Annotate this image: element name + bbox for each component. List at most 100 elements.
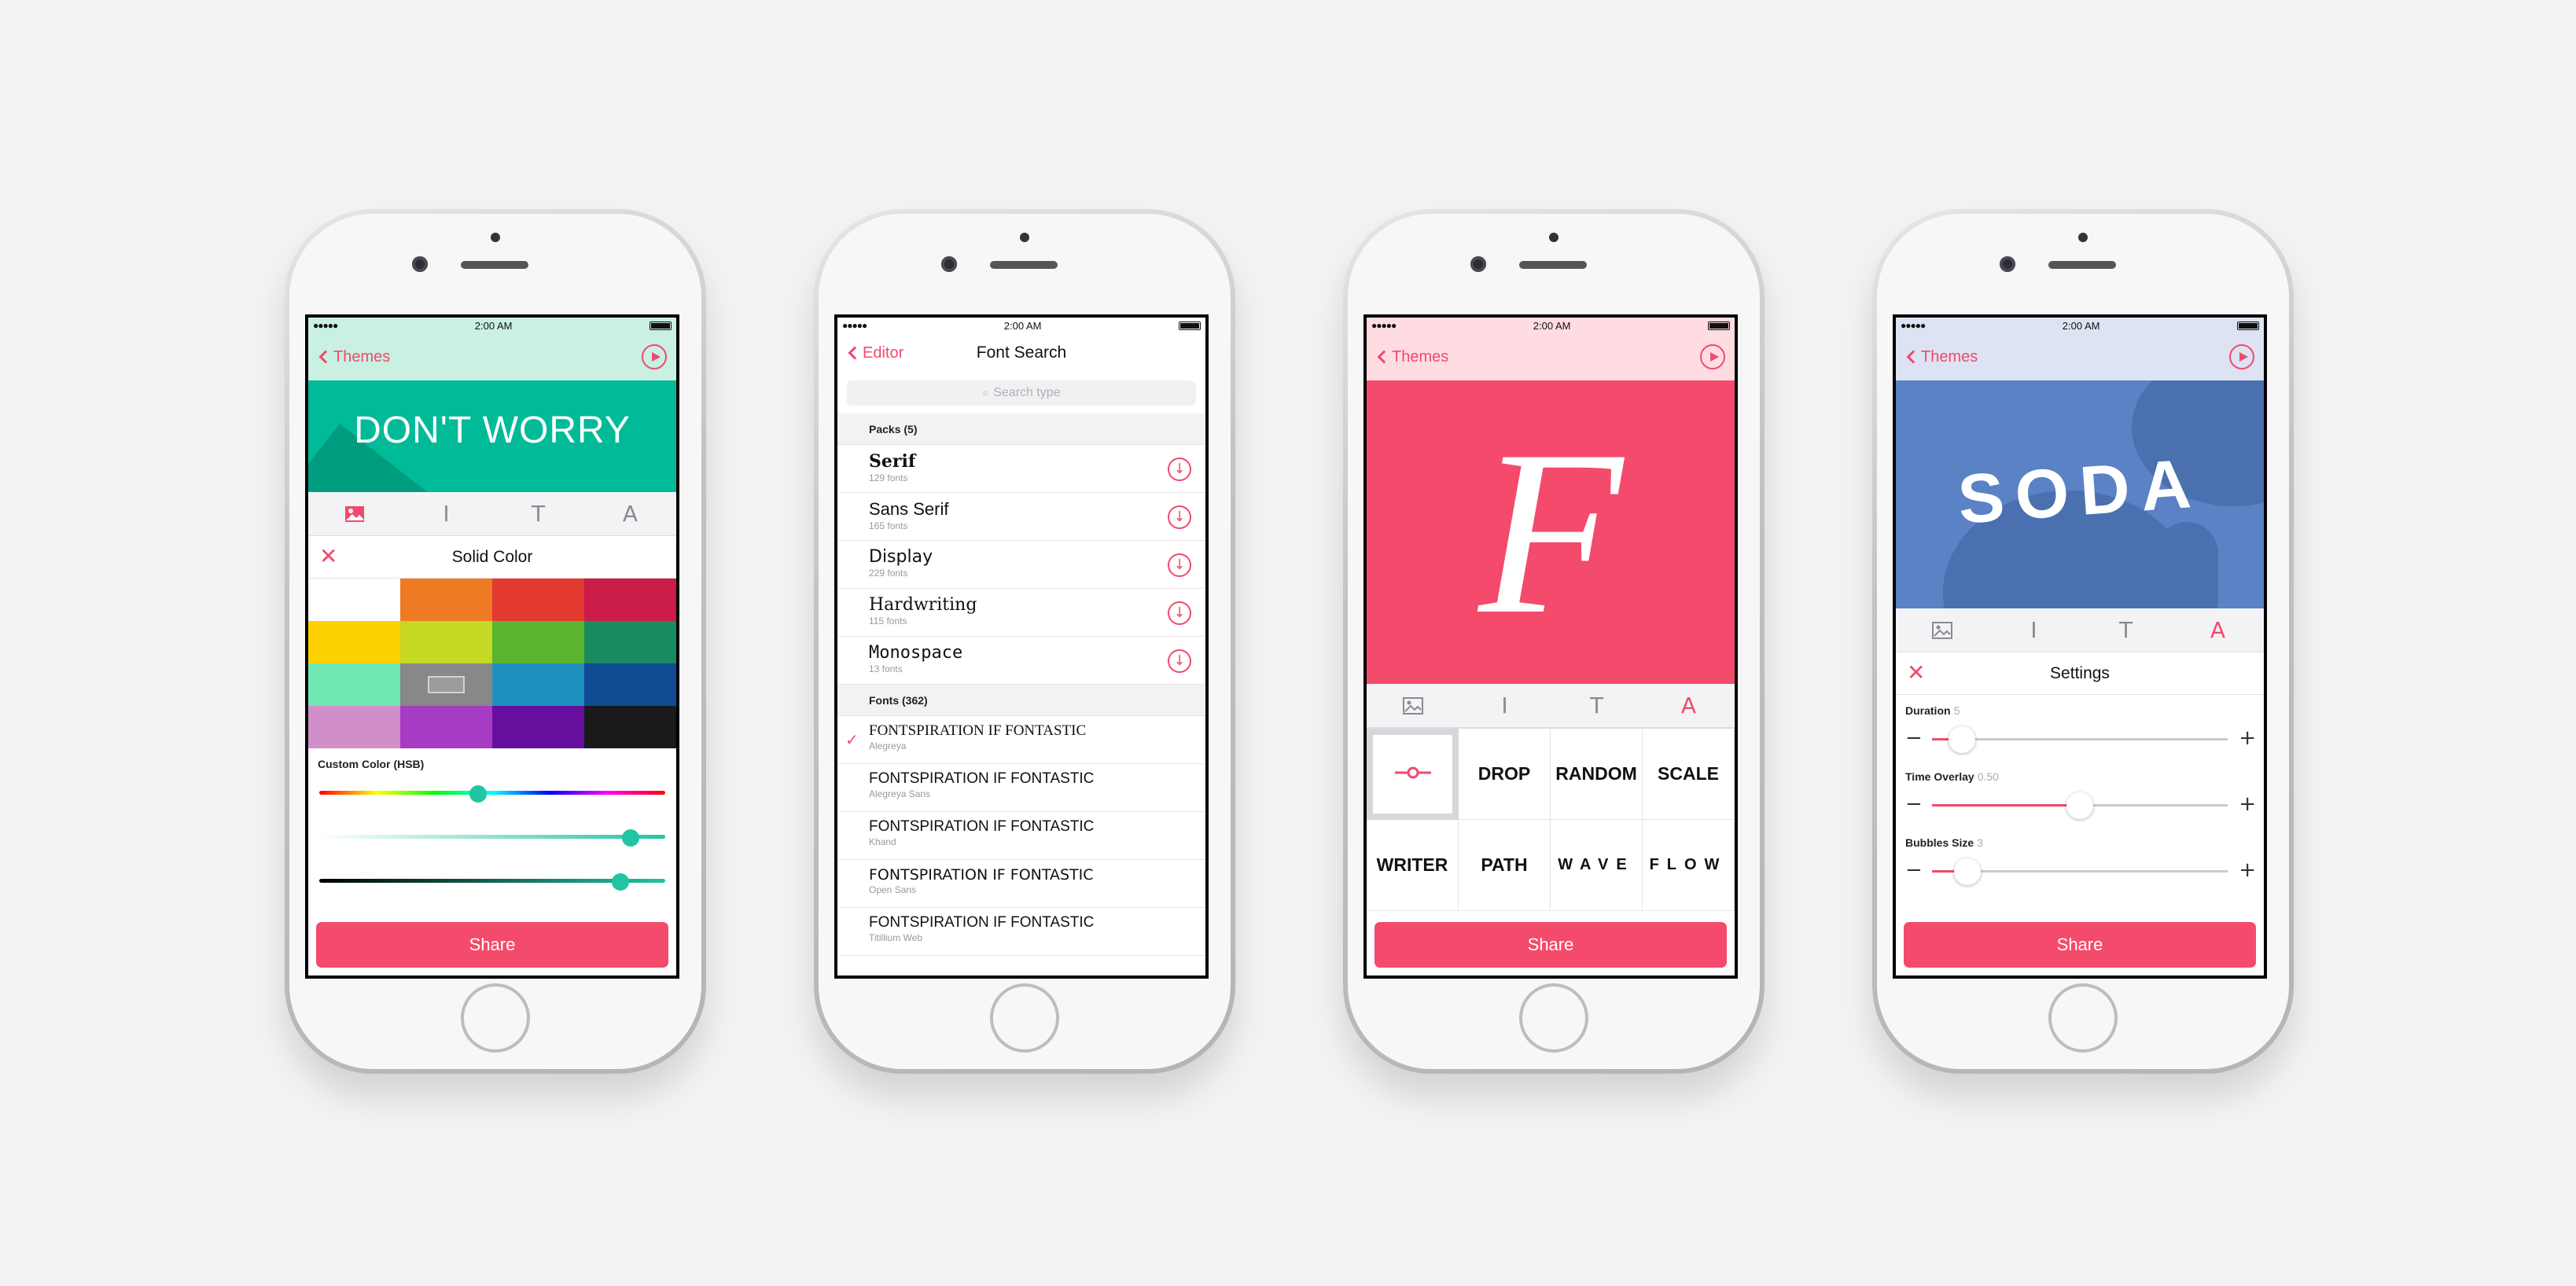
download-icon[interactable]: ↓ (1168, 553, 1191, 577)
back-button[interactable]: Themes (1376, 348, 1448, 366)
text-style-icon[interactable]: T (1581, 690, 1613, 722)
download-icon[interactable]: ↓ (1168, 505, 1191, 529)
effect-none[interactable] (1367, 729, 1459, 820)
color-swatch[interactable] (584, 579, 676, 621)
image-icon[interactable] (339, 498, 370, 530)
setting-name: Time Overlay (1905, 770, 1974, 783)
color-swatch[interactable] (308, 579, 400, 621)
download-icon[interactable]: ↓ (1168, 601, 1191, 625)
effect-flow[interactable]: FLOW (1643, 820, 1735, 911)
minus-icon[interactable]: − (1905, 726, 1923, 750)
color-swatch[interactable] (492, 579, 584, 621)
download-icon[interactable]: ↓ (1168, 649, 1191, 673)
slider-knob[interactable] (1948, 726, 1975, 753)
text-cursor-icon[interactable]: I (2018, 615, 2050, 646)
saturation-knob[interactable] (622, 829, 639, 847)
list-item[interactable]: Serif 129 fonts ↓ (837, 445, 1205, 493)
color-swatch[interactable] (400, 579, 492, 621)
color-swatch[interactable] (584, 663, 676, 706)
text-cursor-icon[interactable]: I (431, 498, 462, 530)
back-button[interactable]: Themes (318, 348, 390, 366)
list-item[interactable]: FONTSPIRATION IF FONTASTIC Khand (837, 812, 1205, 860)
font-sample: FONTSPIRATION IF FONTASTIC (869, 770, 1095, 787)
animation-icon[interactable]: A (615, 498, 646, 530)
list-item[interactable]: Display 229 fonts ↓ (837, 541, 1205, 589)
back-button[interactable]: Editor (847, 344, 903, 362)
hue-slider[interactable] (319, 785, 665, 803)
effect-drop[interactable]: DROP (1459, 729, 1551, 820)
color-swatch[interactable] (400, 706, 492, 748)
saturation-slider[interactable] (319, 829, 665, 847)
effect-path[interactable]: PATH (1459, 820, 1551, 911)
color-swatch[interactable] (308, 663, 400, 706)
setting-slider[interactable]: − + (1896, 849, 2264, 893)
effect-scale[interactable]: SCALE (1643, 729, 1735, 820)
speaker (990, 261, 1058, 269)
color-swatch[interactable] (492, 621, 584, 663)
slider-knob[interactable] (1954, 858, 1982, 885)
theme-preview: DON'T WORRY (308, 380, 676, 492)
chevron-left-icon (1377, 350, 1391, 364)
list-item[interactable]: Sans Serif 165 fonts ↓ (837, 493, 1205, 541)
download-icon[interactable]: ↓ (1168, 457, 1191, 481)
hue-knob[interactable] (469, 785, 488, 803)
effect-writer[interactable]: WRITER (1367, 820, 1459, 911)
color-swatch[interactable] (584, 706, 676, 748)
play-icon[interactable] (642, 344, 667, 369)
color-swatch[interactable] (400, 663, 492, 706)
list-item[interactable]: FONTSPIRATION IF FONTASTIC Open Sans (837, 860, 1205, 908)
color-swatch[interactable] (308, 621, 400, 663)
list-item[interactable]: Hardwriting 115 fonts ↓ (837, 589, 1205, 637)
effect-wave[interactable]: WAVE (1551, 820, 1643, 911)
home-button[interactable] (2048, 983, 2118, 1053)
home-button[interactable] (1519, 983, 1588, 1053)
list-item[interactable]: FONTSPIRATION IF FONTASTIC Alegreya Sans (837, 764, 1205, 812)
color-swatch[interactable] (492, 663, 584, 706)
setting-slider[interactable]: − + (1896, 783, 2264, 827)
plus-icon[interactable]: + (2239, 792, 2256, 816)
plus-icon[interactable]: + (2239, 858, 2256, 882)
battery-icon (2236, 321, 2259, 330)
screen: ●●●●● 2:00 AM Editor Font Search ⌕ Search … (834, 314, 1209, 979)
effect-random[interactable]: RANDOM (1551, 729, 1643, 820)
list-item[interactable]: ✓ FONTSPIRATION IF FONTASTIC Alegreya (837, 716, 1205, 764)
setting-name: Duration (1905, 704, 1951, 717)
text-style-icon[interactable]: T (2110, 615, 2142, 646)
share-button[interactable]: Share (1374, 922, 1727, 968)
home-button[interactable] (990, 983, 1059, 1053)
setting-slider[interactable]: − + (1896, 717, 2264, 761)
color-swatch[interactable] (584, 621, 676, 663)
brightness-slider[interactable] (319, 873, 665, 891)
list-item[interactable]: Monospace 13 fonts ↓ (837, 637, 1205, 685)
slider-knob[interactable] (2066, 792, 2093, 819)
back-label: Themes (1921, 347, 1978, 366)
home-button[interactable] (461, 983, 530, 1053)
back-button[interactable]: Themes (1905, 348, 1978, 366)
plus-icon[interactable]: + (2239, 726, 2256, 750)
animation-icon[interactable]: A (1673, 690, 1705, 722)
image-icon[interactable] (1397, 690, 1429, 722)
color-swatch[interactable] (400, 621, 492, 663)
close-icon[interactable]: ✕ (1907, 662, 1925, 684)
text-style-icon[interactable]: T (523, 498, 554, 530)
battery-icon (1707, 321, 1730, 330)
color-swatch[interactable] (492, 706, 584, 748)
share-button[interactable]: Share (316, 922, 668, 968)
share-button[interactable]: Share (1904, 922, 2256, 968)
color-swatches (308, 579, 676, 748)
pack-name: Sans Serif (869, 499, 949, 519)
screen: ●●●●● 2:00 AM Themes F I T A DROP RANDOM SC… (1363, 314, 1738, 979)
search-input[interactable]: ⌕ Search type (847, 380, 1196, 406)
list-item[interactable]: FONTSPIRATION IF FONTASTIC Titillium Web (837, 908, 1205, 956)
play-icon[interactable] (1700, 344, 1725, 369)
animation-icon[interactable]: A (2202, 615, 2234, 646)
image-icon[interactable] (1926, 615, 1958, 646)
font-sample: FONTSPIRATION IF FONTASTIC (869, 722, 1087, 739)
minus-icon[interactable]: − (1905, 858, 1923, 882)
minus-icon[interactable]: − (1905, 792, 1923, 816)
play-icon[interactable] (2229, 344, 2254, 369)
color-swatch[interactable] (308, 706, 400, 748)
text-cursor-icon[interactable]: I (1489, 690, 1521, 722)
close-icon[interactable]: ✕ (319, 546, 337, 568)
brightness-knob[interactable] (611, 873, 629, 891)
